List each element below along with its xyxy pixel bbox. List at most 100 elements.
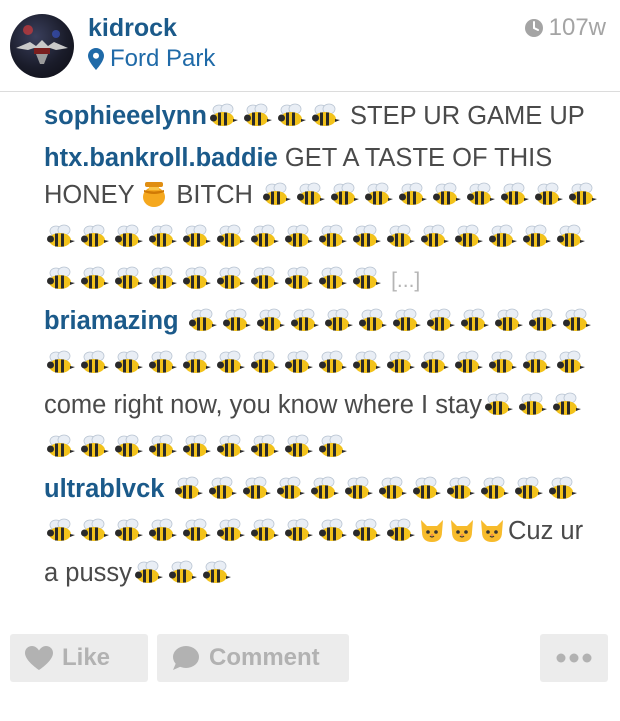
- bee-emoji-icon: [396, 182, 428, 219]
- bee-emoji-icon: [316, 518, 348, 555]
- bee-emoji-icon: [350, 266, 382, 303]
- bee-emoji-icon: [146, 434, 178, 471]
- bee-emoji-icon: [526, 308, 558, 345]
- bee-emoji-icon: [112, 224, 144, 261]
- bee-emoji-icon: [350, 350, 382, 387]
- time-ago-label: 107w: [548, 14, 606, 41]
- bee-emoji-icon: [214, 266, 246, 303]
- bee-emoji-icon: [44, 434, 76, 471]
- bee-emoji-icon: [78, 224, 110, 261]
- cat-emoji-icon: [448, 516, 476, 555]
- bee-emoji-icon: [520, 350, 552, 387]
- bee-emoji-icon: [180, 350, 212, 387]
- bee-emoji-icon: [44, 350, 76, 387]
- heart-icon: [25, 646, 53, 670]
- bee-emoji-icon: [214, 518, 246, 555]
- comment-author[interactable]: htx.bankroll.baddie: [44, 144, 278, 172]
- bee-emoji-icon: [248, 518, 280, 555]
- more-options-button[interactable]: [540, 634, 608, 682]
- bee-emoji-icon: [282, 266, 314, 303]
- bee-emoji-icon: [316, 434, 348, 471]
- bee-emoji-icon: [214, 350, 246, 387]
- comment-author[interactable]: sophieeelynn: [44, 102, 207, 130]
- bee-emoji-icon: [362, 182, 394, 219]
- bee-emoji-icon: [316, 224, 348, 261]
- comment-text: come right now, you know where I stay: [44, 391, 482, 419]
- comment-text: STEP UR GAME UP: [342, 102, 585, 130]
- bee-emoji-icon: [132, 560, 164, 597]
- bee-emoji-icon: [478, 476, 510, 513]
- bee-emoji-icon: [550, 392, 582, 429]
- bee-emoji-icon: [248, 350, 280, 387]
- comment: htx.bankroll.baddie GET A TASTE OF THIS …: [44, 140, 604, 303]
- bee-emoji-icon: [418, 224, 450, 261]
- post-location[interactable]: Ford Park: [88, 45, 215, 73]
- bee-emoji-icon: [482, 392, 514, 429]
- bee-emoji-icon: [282, 224, 314, 261]
- comment: sophieeelynn STEP UR GAME UP: [44, 98, 604, 140]
- bee-emoji-icon: [554, 350, 586, 387]
- post-time: 107w: [524, 14, 606, 42]
- see-more-link[interactable]: [...]: [391, 269, 420, 292]
- bee-emoji-icon: [350, 518, 382, 555]
- map-pin-icon: [88, 48, 104, 70]
- comment-author[interactable]: ultrablvck: [44, 475, 164, 503]
- bee-emoji-icon: [384, 224, 416, 261]
- bee-emoji-icon: [146, 518, 178, 555]
- bee-emoji-icon: [546, 476, 578, 513]
- like-button[interactable]: Like: [10, 634, 148, 682]
- bee-emoji-icon: [486, 350, 518, 387]
- bee-emoji-icon: [376, 476, 408, 513]
- like-label: Like: [62, 644, 111, 671]
- bee-emoji-icon: [240, 476, 272, 513]
- bee-emoji-icon: [180, 518, 212, 555]
- comment-text: BITCH: [169, 181, 260, 209]
- bee-emoji-icon: [316, 350, 348, 387]
- bee-emoji-icon: [418, 350, 450, 387]
- bee-emoji-icon: [248, 224, 280, 261]
- bee-emoji-icon: [214, 224, 246, 261]
- bee-emoji-icon: [560, 308, 592, 345]
- bee-emoji-icon: [464, 182, 496, 219]
- cat-emoji-icon: [478, 516, 506, 555]
- bee-emoji-icon: [207, 103, 239, 140]
- bee-emoji-icon: [146, 350, 178, 387]
- honey-pot-emoji-icon: [141, 180, 167, 219]
- bee-emoji-icon: [78, 266, 110, 303]
- bee-emoji-icon: [78, 350, 110, 387]
- comment-button[interactable]: Comment: [157, 634, 349, 682]
- bee-emoji-icon: [248, 434, 280, 471]
- bee-emoji-icon: [186, 308, 218, 345]
- bee-emoji-icon: [44, 518, 76, 555]
- bee-emoji-icon: [206, 476, 238, 513]
- post-username[interactable]: kidrock: [88, 14, 177, 43]
- bee-emoji-icon: [350, 224, 382, 261]
- comment-text: [164, 475, 171, 503]
- bee-emoji-icon: [180, 266, 212, 303]
- bee-emoji-icon: [260, 182, 292, 219]
- bee-emoji-icon: [220, 308, 252, 345]
- bee-emoji-icon: [328, 182, 360, 219]
- comment-author[interactable]: briamazing: [44, 307, 179, 335]
- bee-emoji-icon: [112, 350, 144, 387]
- bee-emoji-icon: [274, 476, 306, 513]
- bee-emoji-icon: [486, 224, 518, 261]
- bee-emoji-icon: [44, 266, 76, 303]
- bee-emoji-icon: [532, 182, 564, 219]
- bee-emoji-icon: [384, 350, 416, 387]
- cat-emoji-icon: [418, 516, 446, 555]
- comment-text: [179, 307, 186, 335]
- bee-emoji-icon: [516, 392, 548, 429]
- ellipsis-icon: [556, 653, 592, 663]
- bee-emoji-icon: [214, 434, 246, 471]
- bee-emoji-icon: [294, 182, 326, 219]
- avatar[interactable]: [10, 14, 74, 78]
- bee-emoji-icon: [200, 560, 232, 597]
- bee-emoji-icon: [282, 434, 314, 471]
- post-header: kidrock Ford Park 107w: [0, 0, 620, 90]
- bee-emoji-icon: [112, 434, 144, 471]
- bee-emoji-icon: [512, 476, 544, 513]
- bee-emoji-icon: [254, 308, 286, 345]
- bee-emoji-icon: [384, 518, 416, 555]
- bee-emoji-icon: [356, 308, 388, 345]
